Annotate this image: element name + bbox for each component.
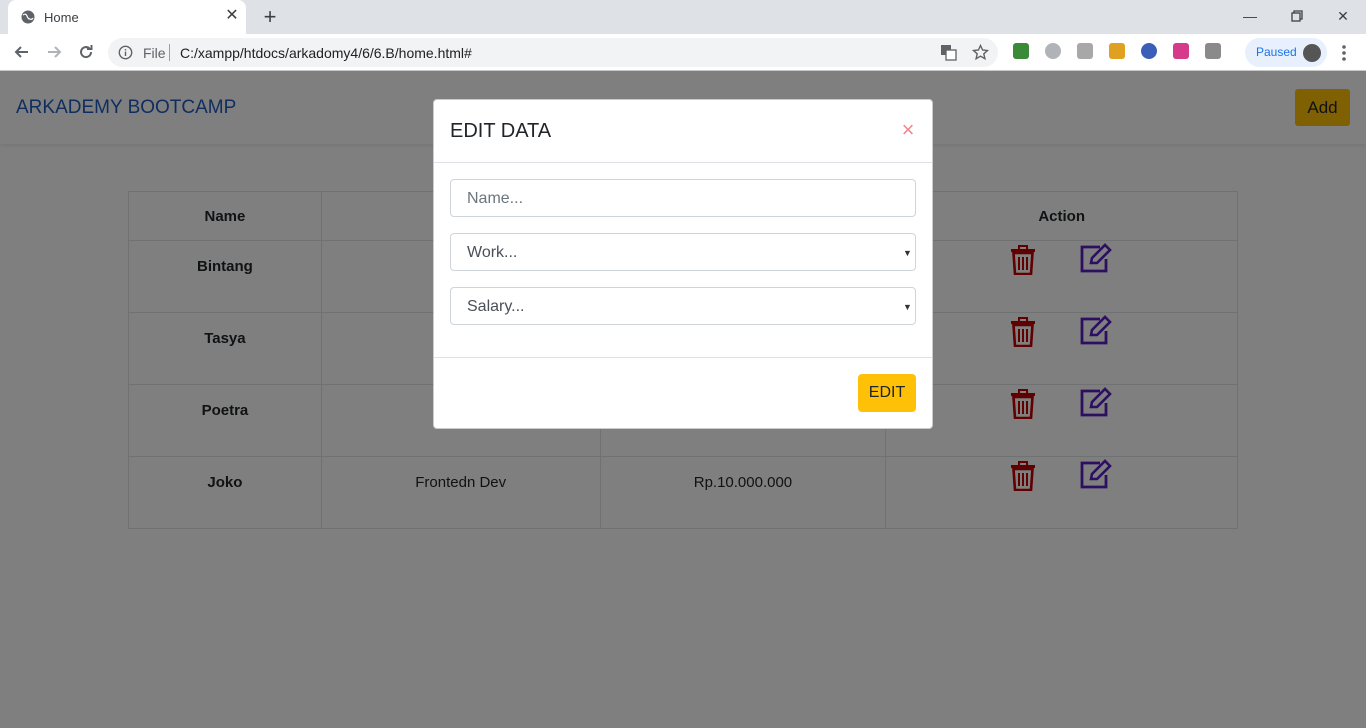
address-bar[interactable]: File C:/xampp/htdocs/arkadomy4/6/6.B/hom… bbox=[108, 38, 998, 67]
extension-icon[interactable] bbox=[1141, 43, 1157, 59]
back-arrow-icon[interactable] bbox=[12, 42, 32, 62]
work-select[interactable]: Work... ▼ bbox=[450, 233, 916, 271]
modal-title: EDIT DATA bbox=[450, 120, 552, 142]
name-input[interactable]: Name... bbox=[450, 179, 916, 217]
star-icon[interactable] bbox=[972, 44, 989, 61]
minimize-icon[interactable]: — bbox=[1240, 6, 1260, 26]
profile-status: Paused bbox=[1256, 45, 1297, 59]
window-close-icon[interactable]: ✕ bbox=[1333, 6, 1353, 26]
url-text[interactable]: C:/xampp/htdocs/arkadomy4/6/6.B/home.htm… bbox=[180, 45, 472, 61]
extension-icon[interactable] bbox=[1077, 43, 1093, 59]
extension-icon[interactable] bbox=[1013, 43, 1029, 59]
modal-footer: EDIT bbox=[434, 357, 932, 429]
globe-icon bbox=[21, 10, 35, 24]
info-icon[interactable] bbox=[118, 45, 133, 60]
salary-selected-value: Salary... bbox=[467, 298, 525, 315]
close-icon[interactable]: × bbox=[898, 118, 918, 142]
kebab-menu-icon[interactable] bbox=[1336, 43, 1352, 63]
modal-header: EDIT DATA × bbox=[434, 100, 932, 163]
chevron-down-icon: ▼ bbox=[903, 302, 912, 312]
name-placeholder: Name... bbox=[467, 190, 524, 207]
browser-tab[interactable]: Home ✕ bbox=[8, 0, 246, 34]
extension-icon[interactable] bbox=[1109, 43, 1125, 59]
edit-data-modal: EDIT DATA × Name... Work... ▼ Salary... … bbox=[433, 99, 933, 429]
extension-icon[interactable] bbox=[1173, 43, 1189, 59]
chevron-down-icon: ▼ bbox=[903, 248, 912, 258]
translate-icon[interactable] bbox=[940, 44, 957, 61]
browser-toolbar: File C:/xampp/htdocs/arkadomy4/6/6.B/hom… bbox=[0, 34, 1366, 71]
restore-icon[interactable] bbox=[1287, 6, 1307, 26]
reload-icon[interactable] bbox=[76, 42, 96, 62]
tab-title: Home bbox=[44, 10, 79, 25]
scheme-label: File bbox=[143, 45, 166, 61]
edit-submit-button[interactable]: EDIT bbox=[858, 374, 916, 412]
salary-select[interactable]: Salary... ▼ bbox=[450, 287, 916, 325]
avatar bbox=[1303, 44, 1321, 62]
address-separator bbox=[169, 44, 170, 61]
plus-icon[interactable]: + bbox=[260, 6, 280, 28]
forward-arrow-icon[interactable] bbox=[44, 42, 64, 62]
browser-tab-strip: Home ✕ + — ✕ bbox=[0, 0, 1366, 34]
work-selected-value: Work... bbox=[467, 244, 518, 261]
extension-icon[interactable] bbox=[1205, 43, 1221, 59]
profile-button[interactable]: Paused bbox=[1245, 38, 1327, 67]
close-icon[interactable]: ✕ bbox=[224, 8, 240, 24]
extension-icon[interactable] bbox=[1045, 43, 1061, 59]
